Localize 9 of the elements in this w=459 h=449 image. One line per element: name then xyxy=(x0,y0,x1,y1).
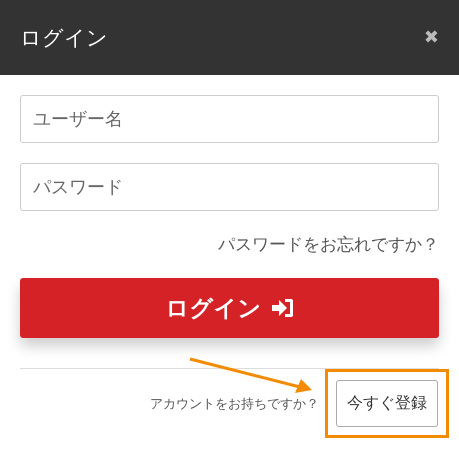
dialog-title: ログイン xyxy=(20,24,108,52)
account-question: アカウントをお持ちですか？ xyxy=(150,396,319,412)
forgot-password-link[interactable]: パスワードをお忘れですか？ xyxy=(218,233,439,256)
login-button[interactable]: ログイン xyxy=(20,278,439,338)
sign-in-icon xyxy=(272,298,294,318)
input-field[interactable]: ユーザー名 xyxy=(20,95,439,143)
close-button[interactable]: ✖ xyxy=(424,27,439,48)
input-field[interactable]: パスワード xyxy=(20,163,439,211)
register-button[interactable]: 今すぐ登録 xyxy=(336,380,438,427)
